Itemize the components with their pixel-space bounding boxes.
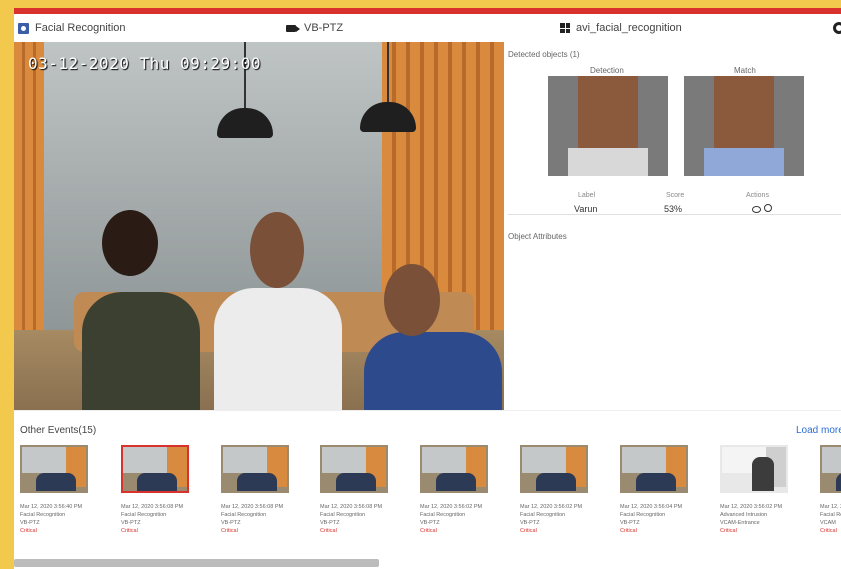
event-time: Mar 12, 2020 3:56:08 PM — [221, 504, 284, 510]
event-time: Mar 12, 2020 — [820, 504, 841, 510]
event-camera: VB-PTZ — [221, 520, 241, 526]
detection-label: Varun — [574, 204, 598, 214]
person-head — [384, 264, 440, 336]
event-camera: VB-PTZ — [520, 520, 540, 526]
event-severity: Critical — [620, 528, 637, 534]
event-card[interactable]: Mar 12, 2020 3:56:08 PM Facial Recogniti… — [221, 445, 289, 535]
header-bar: Facial Recognition VB-PTZ avi_facial_rec… — [14, 14, 841, 42]
event-card[interactable]: Mar 12, 2020 3:56:02 PM Advanced Intrusi… — [720, 445, 788, 535]
event-type: Facial Recognition — [20, 512, 66, 518]
match-face-image[interactable] — [684, 76, 804, 176]
event-severity: Critical — [221, 528, 238, 534]
event-card[interactable]: Mar 12, 2020 3:56:08 PM Facial Recogniti… — [320, 445, 388, 535]
event-thumbnail-selected[interactable] — [121, 445, 189, 493]
event-time: Mar 12, 2020 3:56:08 PM — [320, 504, 383, 510]
event-thumbnail[interactable] — [420, 445, 488, 493]
video-scene-wall — [14, 42, 394, 332]
face-shirt — [568, 148, 648, 176]
event-camera: VCAM — [820, 520, 836, 526]
event-severity: Critical — [820, 528, 837, 534]
detection-score: 53% — [664, 204, 683, 214]
event-thumbnail[interactable] — [320, 445, 388, 493]
event-type: Facial Recognition — [320, 512, 366, 518]
event-time: Mar 12, 2020 3:56:02 PM — [420, 504, 483, 510]
event-time: Mar 12, 2020 3:56:08 PM — [121, 504, 184, 510]
app-frame: Facial Recognition VB-PTZ avi_facial_rec… — [14, 8, 841, 569]
detection-panel: Detected objects (1) Detection Match Lab… — [508, 42, 841, 410]
analytics-selector[interactable]: avi_facial_recognition — [560, 22, 682, 34]
camera-name: VB-PTZ — [304, 22, 344, 34]
event-type: Facial Recognition — [820, 512, 841, 518]
score-header: Score — [666, 192, 685, 199]
event-card[interactable]: Mar 12, 2020 3:56:40 PM Facial Recogniti… — [20, 445, 88, 535]
grid-icon — [560, 23, 570, 33]
event-thumbnail[interactable] — [520, 445, 588, 493]
search-icon[interactable] — [764, 204, 772, 212]
label-header: Label — [578, 192, 596, 199]
event-time: Mar 12, 2020 3:56:02 PM — [720, 504, 783, 510]
video-frame[interactable]: 03-12-2020 Thu 09:29:00 — [14, 42, 504, 410]
person-figure — [214, 288, 342, 410]
event-thumbnail[interactable] — [820, 445, 841, 493]
gear-icon[interactable] — [833, 22, 841, 34]
camera-selector[interactable]: VB-PTZ — [286, 22, 343, 34]
event-time: Mar 12, 2020 3:56:02 PM — [520, 504, 583, 510]
event-camera: VCAM-Entrance — [720, 520, 760, 526]
app-title: Facial Recognition — [35, 22, 126, 34]
detection-column-title: Detection — [590, 66, 624, 75]
event-severity: Critical — [520, 528, 537, 534]
event-time: Mar 12, 2020 3:56:04 PM — [620, 504, 683, 510]
person-figure — [82, 292, 200, 410]
detection-face-image[interactable] — [548, 76, 668, 176]
event-severity: Critical — [720, 528, 737, 534]
horizontal-scrollbar[interactable] — [14, 559, 379, 567]
camera-icon — [286, 24, 300, 32]
view-icon[interactable] — [752, 206, 761, 213]
object-attributes-title: Object Attributes — [508, 232, 567, 241]
event-camera: VB-PTZ — [20, 520, 40, 526]
other-events-title: Other Events(15) — [20, 425, 97, 436]
event-card[interactable]: Mar 12, 2020 3:56:02 PM Facial Recogniti… — [420, 445, 488, 535]
load-more-link[interactable]: Load more — [796, 425, 841, 436]
event-type: Facial Recognition — [620, 512, 666, 518]
match-column-title: Match — [734, 66, 756, 75]
actions-header: Actions — [746, 192, 769, 199]
event-type: Advanced Intrusion — [720, 512, 768, 518]
event-camera: VB-PTZ — [620, 520, 640, 526]
facial-recognition-icon — [18, 22, 29, 34]
event-card[interactable]: Mar 12, 2020 3:56:02 PM Facial Recogniti… — [520, 445, 588, 535]
event-severity: Critical — [20, 528, 37, 534]
analytics-name: avi_facial_recognition — [576, 22, 682, 34]
event-camera: VB-PTZ — [420, 520, 440, 526]
event-severity: Critical — [420, 528, 437, 534]
event-card[interactable]: Mar 12, 2020 3:56:08 PM Facial Recogniti… — [121, 445, 189, 535]
video-scene-wood-left — [14, 42, 44, 342]
event-thumbnail[interactable] — [20, 445, 88, 493]
detected-objects-title: Detected objects (1) — [508, 50, 580, 59]
panel-divider — [508, 214, 841, 215]
event-thumbnail[interactable] — [720, 445, 788, 493]
event-camera: VB-PTZ — [320, 520, 340, 526]
person-figure — [364, 332, 502, 410]
event-type: Facial Recognition — [420, 512, 466, 518]
event-thumbnail[interactable] — [620, 445, 688, 493]
event-type: Facial Recognition — [520, 512, 566, 518]
event-camera: VB-PTZ — [121, 520, 141, 526]
other-events-section: Other Events(15) Load more Mar 12, 2020 … — [14, 410, 841, 569]
event-card[interactable]: Mar 12, 2020 Facial Recognition VCAM Cri… — [820, 445, 841, 535]
app-title-group: Facial Recognition — [18, 22, 126, 34]
face-shirt — [704, 148, 784, 176]
video-timestamp: 03-12-2020 Thu 09:29:00 — [28, 54, 262, 73]
event-thumbnail[interactable] — [221, 445, 289, 493]
event-severity: Critical — [121, 528, 138, 534]
event-type: Facial Recognition — [221, 512, 267, 518]
event-card[interactable]: Mar 12, 2020 3:56:04 PM Facial Recogniti… — [620, 445, 688, 535]
person-head — [102, 210, 158, 276]
event-type: Facial Recognition — [121, 512, 167, 518]
person-head — [250, 212, 304, 288]
event-time: Mar 12, 2020 3:56:40 PM — [20, 504, 83, 510]
event-severity: Critical — [320, 528, 337, 534]
